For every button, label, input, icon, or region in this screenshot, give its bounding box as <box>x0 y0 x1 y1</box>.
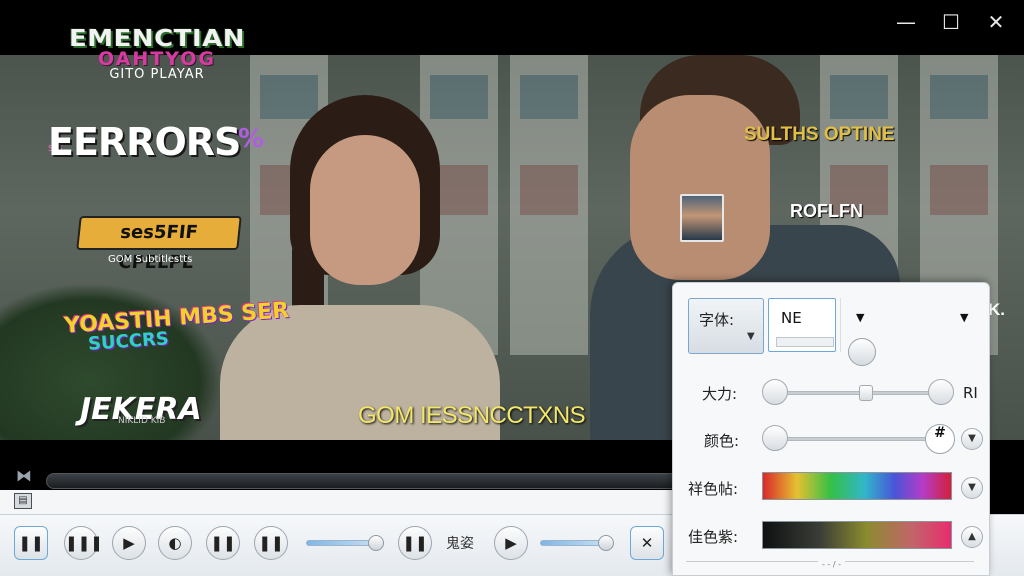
color-hex-knob[interactable]: # <box>925 424 955 454</box>
font-dropdown-arrow-icon[interactable]: ▼ <box>747 331 755 342</box>
size-label: 大力: <box>702 385 738 403</box>
play-button-2[interactable]: ▶ <box>494 526 528 560</box>
minimize-button[interactable]: — <box>886 6 926 38</box>
shadow-color-label: 佳色紫: <box>688 528 739 546</box>
pause-button-3[interactable]: ❚❚ <box>254 526 288 560</box>
color-slider[interactable] <box>776 437 936 441</box>
font-value: NE <box>781 309 802 327</box>
chevron-down-icon[interactable]: ▼ <box>961 428 983 450</box>
pause-button[interactable]: ❚❚ <box>14 526 48 560</box>
font-label: 字体: <box>699 311 735 329</box>
playlist-button[interactable]: ❚❚❚ <box>64 526 103 560</box>
outline-color-label: 祥色帖: <box>688 480 739 498</box>
close-button[interactable]: ✕ <box>976 6 1016 38</box>
outline-color-picker[interactable] <box>762 472 952 500</box>
audio-button[interactable]: ◐ <box>158 526 192 560</box>
pause-button-2[interactable]: ❚❚ <box>206 526 240 560</box>
size-slider-mid-knob[interactable] <box>859 385 873 401</box>
subtitle-style-badge: ses5FIF CPELPL <box>76 216 242 273</box>
color-slider-knob[interactable] <box>762 425 788 451</box>
panel-footer-text: - - / - <box>818 560 845 569</box>
color-label: 颜色: <box>704 432 740 450</box>
app-logo: EMENCTIAN OAHTYOG GITO PLAYAR <box>46 24 268 86</box>
maximize-button[interactable]: ☐ <box>931 6 971 38</box>
fullscreen-button[interactable]: ✕ <box>630 526 664 560</box>
video-background-building <box>510 55 588 355</box>
control-status-text: 鬼姿 <box>446 536 474 552</box>
logo-tagline: GITO PLAYAR <box>109 67 205 82</box>
chevron-down-icon[interactable]: ▼ <box>960 311 968 324</box>
subtitle-style-badge-caption: GOM Subtitlestts <box>108 254 193 265</box>
actor-role-label: ROFLFN <box>790 201 863 221</box>
video-subtitle: GOM IESSNCCTXNS <box>358 402 586 429</box>
error-suffix: % <box>238 124 265 154</box>
play-button[interactable]: ▶ <box>112 526 146 560</box>
chevron-up-icon[interactable]: ▲ <box>961 526 983 548</box>
screenshot-icon[interactable]: ▤ <box>14 493 32 509</box>
actor-thumbnail[interactable] <box>680 194 724 242</box>
edge-label: K. <box>988 300 1005 319</box>
chevron-down-icon[interactable]: ▼ <box>961 477 983 499</box>
error-label: EERRORS <box>48 120 241 164</box>
seek-bar[interactable] <box>46 473 686 489</box>
pause-button-4[interactable]: ❚❚ <box>398 526 432 560</box>
size-side-label: RI <box>963 384 978 402</box>
font-preview-strip <box>776 337 834 347</box>
chevron-down-icon[interactable]: ▼ <box>856 311 864 324</box>
shadow-color-picker[interactable] <box>762 521 952 549</box>
font-style-knob[interactable] <box>848 338 876 366</box>
seek-start-icon[interactable]: ⧓ <box>12 466 36 486</box>
subtitle-style-sample-caption: NIKLID KIB <box>118 416 166 426</box>
subtitle-options-heading: SULTHS OPTINE <box>744 124 895 145</box>
size-slider-min-knob[interactable] <box>762 379 788 405</box>
volume-slider-knob[interactable] <box>368 535 384 551</box>
speed-slider-knob[interactable] <box>598 535 614 551</box>
size-slider-max-knob[interactable] <box>928 379 954 405</box>
status-strip <box>0 490 680 514</box>
